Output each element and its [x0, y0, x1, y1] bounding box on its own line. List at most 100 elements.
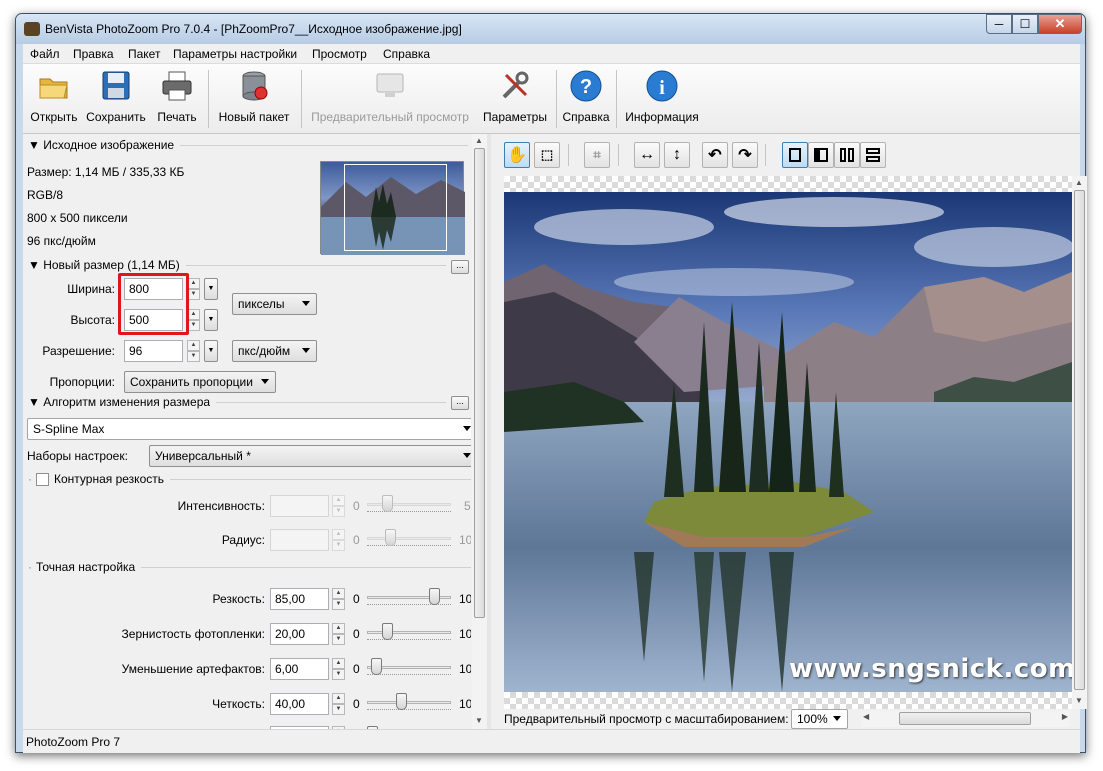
- proportions-select[interactable]: Сохранить пропорции: [124, 371, 276, 393]
- down-arrow-icon[interactable]: ▼: [332, 634, 345, 645]
- scroll-thumb[interactable]: [1074, 190, 1085, 690]
- up-arrow-icon[interactable]: ▲: [332, 529, 345, 540]
- width-unit-dropdown-button[interactable]: ▼: [204, 278, 218, 300]
- algorithm-section-header[interactable]: ▼ Алгоритм изменения размера: [28, 395, 446, 409]
- preview-canvas[interactable]: www.sngsnick.com: [504, 176, 1072, 709]
- fine-row-input[interactable]: 40,00: [270, 693, 329, 715]
- scroll-down-icon[interactable]: ▼: [1075, 696, 1083, 705]
- fit-height-button[interactable]: ↕: [664, 142, 690, 168]
- menu-file[interactable]: Файл: [30, 47, 60, 61]
- fine-row-slider[interactable]: [367, 692, 451, 714]
- height-unit-dropdown-button[interactable]: ▼: [204, 309, 218, 331]
- scroll-up-icon[interactable]: ▲: [1075, 178, 1083, 187]
- slider-thumb[interactable]: [396, 693, 407, 710]
- menu-batch[interactable]: Пакет: [128, 47, 160, 61]
- stacked-view-button[interactable]: [860, 142, 886, 168]
- resolution-unit-select[interactable]: пкс/дюйм: [232, 340, 317, 362]
- scroll-down-icon[interactable]: ▼: [475, 716, 483, 725]
- thumbnail-crop-frame[interactable]: [344, 164, 447, 251]
- title-bar[interactable]: BenVista PhotoZoom Pro 7.0.4 - [PhZoomPr…: [16, 14, 1085, 44]
- fine-row-stepper[interactable]: ▲▼: [332, 658, 345, 680]
- size-unit-select[interactable]: пикселы: [232, 293, 317, 315]
- intensity-slider[interactable]: [367, 494, 451, 516]
- intensity-stepper[interactable]: ▲ ▼: [332, 495, 345, 517]
- menu-view[interactable]: Просмотр: [312, 47, 367, 61]
- radius-slider[interactable]: [367, 528, 451, 550]
- resolution-unit-dropdown-button[interactable]: ▼: [204, 340, 218, 362]
- hand-tool-button[interactable]: ✋: [504, 142, 530, 168]
- radius-input[interactable]: [270, 529, 329, 551]
- slider-thumb[interactable]: [382, 495, 393, 512]
- help-button[interactable]: ? Справка: [560, 67, 612, 131]
- fine-row-stepper[interactable]: ▲▼: [332, 588, 345, 610]
- zoom-select[interactable]: 100%: [791, 709, 848, 729]
- scroll-left-icon[interactable]: ◀: [863, 712, 869, 721]
- newsize-section-header[interactable]: ▼ Новый размер (1,14 МБ): [28, 258, 446, 272]
- down-arrow-icon[interactable]: ▼: [332, 599, 345, 610]
- select-tool-button[interactable]: ⬚: [534, 142, 560, 168]
- resolution-input[interactable]: 96: [124, 340, 183, 362]
- slider-thumb[interactable]: [371, 658, 382, 675]
- preview-vertical-scrollbar[interactable]: ▲ ▼: [1072, 176, 1087, 709]
- save-button[interactable]: Сохранить: [85, 67, 147, 131]
- up-arrow-icon[interactable]: ▲: [332, 658, 345, 669]
- down-arrow-icon[interactable]: ▼: [332, 506, 345, 517]
- source-section-header[interactable]: ▼ Исходное изображение: [28, 138, 468, 152]
- preview-button[interactable]: Предварительный просмотр: [305, 67, 475, 131]
- slider-thumb[interactable]: [385, 529, 396, 546]
- slider-thumb[interactable]: [382, 623, 393, 640]
- open-button[interactable]: Открыть: [27, 67, 81, 131]
- settings-scrollbar[interactable]: ▲ ▼: [472, 134, 487, 729]
- new-batch-button[interactable]: Новый пакет: [213, 67, 295, 131]
- side-by-side-button[interactable]: [834, 142, 860, 168]
- menu-help[interactable]: Справка: [383, 47, 430, 61]
- sharpness-checkbox[interactable]: [36, 472, 49, 486]
- fine-row-input[interactable]: 20,00: [270, 623, 329, 645]
- crop-button[interactable]: ⌗: [584, 142, 610, 168]
- up-arrow-icon[interactable]: ▲: [332, 495, 345, 506]
- down-arrow-icon[interactable]: ▼: [332, 669, 345, 680]
- up-arrow-icon[interactable]: ▲: [332, 693, 345, 704]
- maximize-button[interactable]: ☐: [1012, 14, 1038, 34]
- minimize-button[interactable]: ─: [986, 14, 1012, 34]
- up-arrow-icon[interactable]: ▲: [187, 340, 200, 351]
- single-view-button[interactable]: [782, 142, 808, 168]
- info-button[interactable]: i Информация: [620, 67, 704, 131]
- fine-row-input[interactable]: 85,00: [270, 588, 329, 610]
- split-view-button[interactable]: [808, 142, 834, 168]
- scroll-thumb[interactable]: [899, 712, 1031, 725]
- intensity-input[interactable]: [270, 495, 329, 517]
- fine-row-slider[interactable]: [367, 622, 451, 644]
- newsize-options-button[interactable]: ...: [451, 260, 469, 274]
- fine-row-stepper[interactable]: ▲▼: [332, 693, 345, 715]
- settings-button[interactable]: Параметры: [479, 67, 551, 131]
- up-arrow-icon[interactable]: ▲: [332, 623, 345, 634]
- preset-select[interactable]: Универсальный *: [149, 445, 471, 467]
- radius-stepper[interactable]: ▲ ▼: [332, 529, 345, 551]
- fine-row-input[interactable]: 6,00: [270, 658, 329, 680]
- scroll-thumb[interactable]: [474, 148, 485, 618]
- down-arrow-icon[interactable]: ▼: [332, 704, 345, 715]
- preview-photo[interactable]: www.sngsnick.com: [504, 192, 1072, 692]
- print-button[interactable]: Печать: [152, 67, 202, 131]
- fine-row-stepper[interactable]: ▲▼: [332, 623, 345, 645]
- close-button[interactable]: ✕: [1038, 14, 1082, 34]
- slider-thumb[interactable]: [429, 588, 440, 605]
- resolution-stepper[interactable]: ▲ ▼: [187, 340, 200, 362]
- rotate-right-button[interactable]: ↷: [732, 142, 758, 168]
- rotate-left-button[interactable]: ↶: [702, 142, 728, 168]
- fine-row-slider[interactable]: [367, 657, 451, 679]
- down-arrow-icon[interactable]: ▼: [332, 540, 345, 551]
- vertical-arrows-icon: ↕: [673, 146, 681, 163]
- menu-edit[interactable]: Правка: [73, 47, 114, 61]
- scroll-up-icon[interactable]: ▲: [475, 136, 483, 145]
- fit-width-button[interactable]: ↔: [634, 142, 660, 168]
- menu-settings[interactable]: Параметры настройки: [173, 47, 297, 61]
- algorithm-options-button[interactable]: ...: [451, 396, 469, 410]
- down-arrow-icon[interactable]: ▼: [187, 351, 200, 362]
- scroll-right-icon[interactable]: ▶: [1062, 712, 1068, 721]
- preview-horizontal-scrollbar[interactable]: ◀ ▶: [861, 711, 1070, 727]
- algorithm-method-select[interactable]: S-Spline Max: [27, 418, 471, 440]
- fine-row-slider[interactable]: [367, 587, 451, 609]
- up-arrow-icon[interactable]: ▲: [332, 588, 345, 599]
